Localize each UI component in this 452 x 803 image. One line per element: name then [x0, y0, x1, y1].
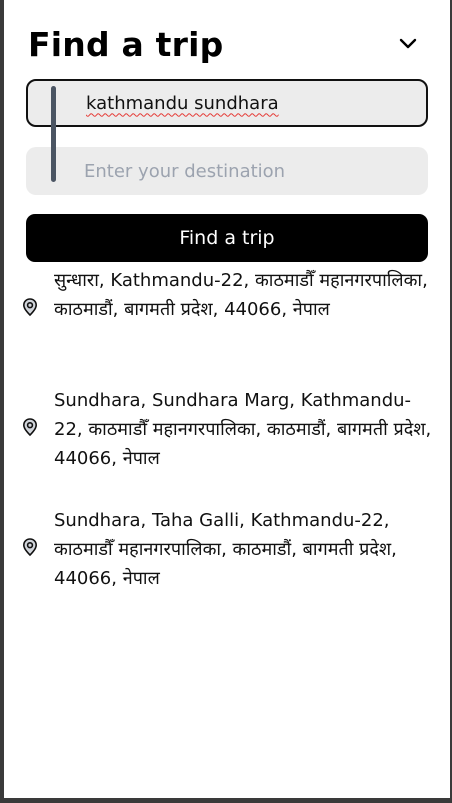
result-address: सुन्धारा, Kathmandu-22, काठमाडौँ महानगरप…: [54, 270, 428, 320]
location-pin-icon: [20, 537, 40, 557]
destination-input[interactable]: Enter your destination: [26, 147, 428, 195]
chevron-down-icon[interactable]: [396, 32, 420, 56]
results-list: सुन्धारा, Kathmandu-22, काठमाडौँ महानगरप…: [18, 262, 438, 622]
route-connector: [51, 86, 56, 182]
result-item[interactable]: Sundhara, Taha Galli, Kathmandu-22, काठम…: [18, 502, 438, 622]
panel-header: Find a trip: [28, 22, 426, 70]
trip-panel: Find a trip kathmandu sundhara Enter you…: [4, 0, 450, 798]
find-trip-button-label: Find a trip: [179, 227, 275, 249]
result-address: Sundhara, Taha Galli, Kathmandu-22, काठम…: [54, 510, 397, 589]
result-address: Sundhara, Sundhara Marg, Kathmandu-22, क…: [54, 390, 432, 469]
destination-placeholder: Enter your destination: [84, 160, 286, 182]
origin-input[interactable]: kathmandu sundhara: [26, 79, 428, 127]
location-pin-icon: [20, 297, 40, 317]
location-pin-icon: [20, 417, 40, 437]
origin-input-value: kathmandu sundhara: [86, 92, 279, 114]
result-item[interactable]: सुन्धारा, Kathmandu-22, काठमाडौँ महानगरप…: [18, 262, 438, 382]
find-trip-button[interactable]: Find a trip: [26, 214, 428, 262]
page-title: Find a trip: [28, 25, 224, 64]
result-item[interactable]: Sundhara, Sundhara Marg, Kathmandu-22, क…: [18, 382, 438, 502]
